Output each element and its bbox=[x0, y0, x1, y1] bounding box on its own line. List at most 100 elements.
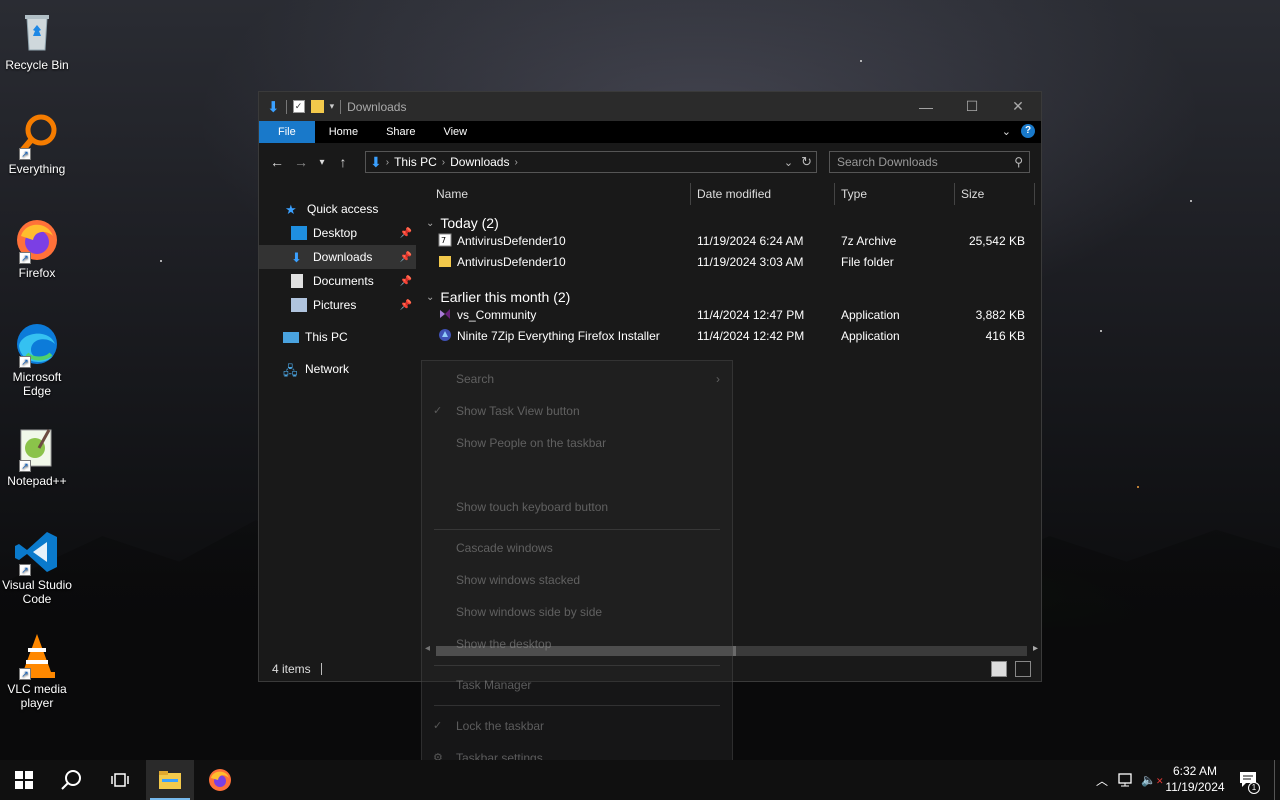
item-count: 4 items bbox=[272, 662, 311, 676]
desktop-icon-firefox[interactable]: ↗ Firefox bbox=[0, 216, 74, 280]
details-view-button[interactable] bbox=[991, 661, 1007, 677]
column-divider[interactable] bbox=[954, 183, 955, 205]
navigation-pane: ★ Quick access Desktop 📌 ⬇ Downloads 📌 D… bbox=[259, 181, 416, 659]
desktop-icon-edge[interactable]: ↗ Microsoft Edge bbox=[0, 320, 74, 398]
minimize-icon: — bbox=[919, 98, 933, 115]
folder-icon bbox=[439, 256, 451, 267]
menu-item-lock-taskbar[interactable]: Lock the taskbar bbox=[456, 719, 544, 733]
chevron-up-icon: ︿ bbox=[1096, 773, 1109, 788]
breadcrumb-this-pc[interactable]: This PC bbox=[394, 155, 437, 169]
column-divider[interactable] bbox=[834, 183, 835, 205]
breadcrumb-downloads[interactable]: Downloads bbox=[450, 155, 509, 169]
documents-icon bbox=[291, 274, 303, 288]
scroll-right-icon[interactable]: ▸ bbox=[1033, 643, 1038, 654]
search-icon: ⚲ bbox=[1014, 155, 1023, 169]
address-history-chevron-icon[interactable]: ⌄ bbox=[784, 156, 793, 169]
show-hidden-icons-button[interactable]: ︿ bbox=[1096, 760, 1108, 800]
taskbar-firefox[interactable] bbox=[196, 760, 244, 800]
shortcut-arrow-icon: ↗ bbox=[19, 460, 31, 472]
tab-file[interactable]: File bbox=[259, 121, 315, 143]
network-tray-button[interactable] bbox=[1118, 760, 1136, 800]
nav-downloads[interactable]: ⬇ Downloads 📌 bbox=[259, 245, 416, 269]
desktop-icon-notepadpp[interactable]: ↗ Notepad++ bbox=[0, 424, 74, 488]
desktop-icon-recycle-bin[interactable]: Recycle Bin bbox=[0, 8, 74, 72]
close-button[interactable]: ✕ bbox=[995, 92, 1041, 121]
tab-share[interactable]: Share bbox=[372, 121, 429, 143]
tab-home[interactable]: Home bbox=[315, 121, 372, 143]
clock-time: 6:32 AM bbox=[1172, 764, 1218, 778]
column-header-type[interactable]: Type bbox=[841, 187, 867, 201]
vscode-icon: ↗ bbox=[13, 528, 61, 576]
group-header-earlier-this-month[interactable]: ⌄ Earlier this month (2) bbox=[422, 289, 570, 305]
refresh-icon[interactable]: ↻ bbox=[801, 154, 812, 170]
show-desktop-button[interactable] bbox=[1274, 760, 1275, 800]
nav-pictures[interactable]: Pictures 📌 bbox=[259, 293, 416, 317]
menu-item-show-people[interactable]: Show People on the taskbar bbox=[456, 436, 606, 450]
table-row[interactable]: Ninite 7Zip Everything Firefox Installer… bbox=[422, 325, 1033, 346]
nav-desktop[interactable]: Desktop 📌 bbox=[259, 221, 416, 245]
menu-separator bbox=[434, 665, 720, 666]
wallpaper-star bbox=[860, 60, 862, 62]
task-view-button[interactable] bbox=[96, 760, 144, 800]
column-headers: Name Date modified Type Size bbox=[422, 181, 1035, 207]
column-divider[interactable] bbox=[1034, 183, 1035, 205]
menu-item-stacked[interactable]: Show windows stacked bbox=[456, 573, 580, 587]
wallpaper-star bbox=[1137, 486, 1139, 488]
new-folder-icon[interactable] bbox=[310, 100, 324, 113]
menu-item-show-task-view[interactable]: Show Task View button bbox=[456, 404, 580, 418]
chevron-down-icon: ⌄ bbox=[426, 291, 435, 303]
menu-item-side-by-side[interactable]: Show windows side by side bbox=[456, 605, 602, 619]
firefox-icon: ↗ bbox=[13, 216, 61, 264]
nav-network[interactable]: 🖧 Network bbox=[259, 357, 416, 381]
help-icon[interactable]: ? bbox=[1021, 124, 1035, 138]
desktop-icon-vscode[interactable]: ↗ Visual Studio Code bbox=[0, 528, 74, 606]
notepadpp-icon: ↗ bbox=[13, 424, 61, 472]
table-row[interactable]: 7 AntivirusDefender10 11/19/2024 6:24 AM… bbox=[422, 230, 1033, 251]
nav-quick-access[interactable]: ★ Quick access bbox=[259, 197, 416, 221]
nav-this-pc[interactable]: This PC bbox=[259, 325, 416, 349]
recent-locations-button[interactable]: ▾ bbox=[313, 157, 331, 168]
file-type: File folder bbox=[841, 255, 894, 269]
desktop-icon-label: Firefox bbox=[18, 266, 56, 280]
taskbar-file-explorer[interactable] bbox=[146, 760, 194, 800]
large-icons-view-button[interactable] bbox=[1015, 661, 1031, 677]
task-view-icon bbox=[111, 773, 129, 787]
menu-item-show-touch-keyboard[interactable]: Show touch keyboard button bbox=[456, 500, 608, 514]
up-button[interactable]: ↑ bbox=[331, 154, 355, 170]
desktop-icon-everything[interactable]: ↗ Everything bbox=[0, 112, 74, 176]
minimize-button[interactable]: — bbox=[903, 92, 949, 121]
file-size: 416 KB bbox=[985, 329, 1025, 343]
column-divider[interactable] bbox=[690, 183, 691, 205]
taskbar-search-button[interactable] bbox=[48, 760, 96, 800]
column-header-date-modified[interactable]: Date modified bbox=[697, 187, 771, 201]
quick-access-toolbar: ⬇ ✓ ▾ bbox=[259, 98, 342, 116]
taskbar-clock[interactable]: 6:32 AM 11/19/2024 bbox=[1160, 763, 1230, 795]
menu-item-task-manager[interactable]: Task Manager bbox=[456, 678, 531, 692]
expand-ribbon-chevron-icon[interactable]: ⌄ bbox=[1002, 125, 1011, 138]
back-button[interactable]: ← bbox=[265, 154, 289, 170]
column-header-size[interactable]: Size bbox=[961, 187, 984, 201]
table-row[interactable]: vs_Community 11/4/2024 12:47 PM Applicat… bbox=[422, 304, 1033, 325]
customize-toolbar-chevron-icon[interactable]: ▾ bbox=[330, 101, 335, 112]
table-row[interactable]: AntivirusDefender10 11/19/2024 3:03 AM F… bbox=[422, 251, 1033, 272]
action-center-button[interactable]: 1 bbox=[1238, 760, 1260, 800]
downloads-arrow-icon: ⬇ bbox=[291, 250, 302, 265]
column-header-name[interactable]: Name bbox=[436, 187, 468, 201]
desktop-icon-vlc[interactable]: ↗ VLC media player bbox=[0, 632, 74, 710]
maximize-button[interactable]: ☐ bbox=[949, 92, 995, 121]
title-bar[interactable]: ⬇ ✓ ▾ Downloads — ☐ ✕ bbox=[259, 92, 1041, 121]
address-bar[interactable]: ⬇ › This PC › Downloads › ⌄ ↻ bbox=[365, 151, 817, 173]
nav-documents[interactable]: Documents 📌 bbox=[259, 269, 416, 293]
menu-item-search[interactable]: Search bbox=[456, 372, 494, 386]
group-header-today[interactable]: ⌄ Today (2) bbox=[422, 215, 499, 231]
forward-button[interactable]: → bbox=[289, 154, 313, 170]
nav-label: Quick access bbox=[307, 202, 379, 216]
file-type: 7z Archive bbox=[841, 234, 897, 248]
menu-item-cascade[interactable]: Cascade windows bbox=[456, 541, 553, 555]
menu-item-show-desktop[interactable]: Show the desktop bbox=[456, 637, 551, 651]
tab-view[interactable]: View bbox=[429, 121, 481, 143]
start-button[interactable] bbox=[0, 760, 48, 800]
properties-icon[interactable]: ✓ bbox=[292, 100, 305, 113]
search-input[interactable]: Search Downloads ⚲ bbox=[829, 151, 1030, 173]
desktop-icon-label: Notepad++ bbox=[7, 474, 67, 488]
